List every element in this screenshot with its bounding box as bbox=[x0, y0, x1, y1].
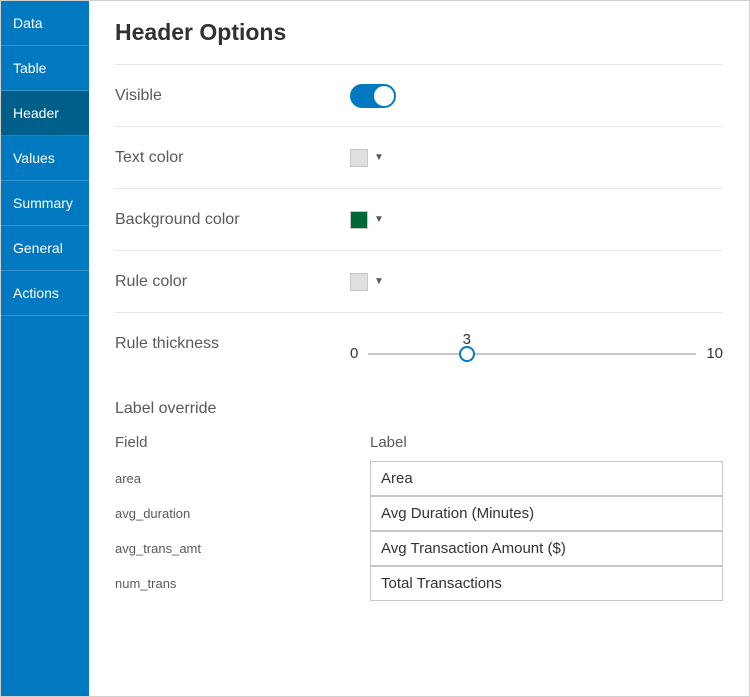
override-row: avg_trans_amt bbox=[115, 531, 723, 566]
swatch-rule-color bbox=[350, 273, 368, 291]
sidebar-item-label: Summary bbox=[13, 195, 73, 211]
sidebar-item-data[interactable]: Data bbox=[1, 1, 89, 46]
sidebar-item-actions[interactable]: Actions bbox=[1, 271, 89, 316]
override-row: avg_duration bbox=[115, 496, 723, 531]
override-label-input[interactable] bbox=[370, 566, 723, 601]
color-picker-background[interactable]: ▼ bbox=[350, 211, 384, 229]
color-picker-text[interactable]: ▼ bbox=[350, 149, 384, 167]
chevron-down-icon: ▼ bbox=[374, 214, 384, 225]
sidebar-item-label: Data bbox=[13, 15, 43, 31]
sidebar-item-label: Header bbox=[13, 105, 59, 121]
main-panel: Header Options Visible Text color ▼ Back… bbox=[89, 1, 749, 696]
label-background-color: Background color bbox=[115, 211, 350, 229]
override-label-input[interactable] bbox=[370, 461, 723, 496]
override-row: num_trans bbox=[115, 566, 723, 601]
sidebar-item-label: Table bbox=[13, 60, 46, 76]
override-row: area bbox=[115, 461, 723, 496]
sidebar: Data Table Header Values Summary General… bbox=[1, 1, 89, 696]
sidebar-item-header[interactable]: Header bbox=[1, 91, 89, 136]
row-background-color: Background color ▼ bbox=[115, 188, 723, 250]
override-label-input[interactable] bbox=[370, 496, 723, 531]
sidebar-item-label: Values bbox=[13, 150, 55, 166]
override-header-field: Field bbox=[115, 434, 370, 451]
page-title: Header Options bbox=[115, 19, 723, 46]
chevron-down-icon: ▼ bbox=[374, 152, 384, 163]
toggle-knob bbox=[374, 86, 394, 106]
color-picker-rule[interactable]: ▼ bbox=[350, 273, 384, 291]
label-rule-color: Rule color bbox=[115, 273, 350, 291]
sidebar-item-summary[interactable]: Summary bbox=[1, 181, 89, 226]
sidebar-item-values[interactable]: Values bbox=[1, 136, 89, 181]
override-field-name: avg_trans_amt bbox=[115, 531, 370, 566]
label-text-color: Text color bbox=[115, 149, 350, 167]
sidebar-item-label: Actions bbox=[13, 285, 59, 301]
sidebar-item-table[interactable]: Table bbox=[1, 46, 89, 91]
row-visible: Visible bbox=[115, 64, 723, 126]
row-rule-thickness: Rule thickness 0 3 10 bbox=[115, 312, 723, 374]
chevron-down-icon: ▼ bbox=[374, 276, 384, 287]
slider-thumb[interactable] bbox=[459, 346, 475, 362]
app-frame: Data Table Header Values Summary General… bbox=[0, 0, 750, 697]
label-rule-thickness: Rule thickness bbox=[115, 335, 350, 353]
override-header-label: Label bbox=[370, 434, 407, 451]
swatch-text-color bbox=[350, 149, 368, 167]
label-override-title: Label override bbox=[115, 374, 723, 434]
override-field-name: area bbox=[115, 461, 370, 496]
slider-rule-thickness[interactable]: 0 3 10 bbox=[350, 325, 723, 362]
override-field-name: num_trans bbox=[115, 566, 370, 601]
sidebar-item-label: General bbox=[13, 240, 63, 256]
slider-max: 10 bbox=[706, 345, 723, 362]
override-field-name: avg_duration bbox=[115, 496, 370, 531]
override-header-row: Field Label bbox=[115, 434, 723, 451]
swatch-background-color bbox=[350, 211, 368, 229]
slider-min: 0 bbox=[350, 345, 358, 362]
sidebar-item-general[interactable]: General bbox=[1, 226, 89, 271]
label-visible: Visible bbox=[115, 87, 350, 105]
row-rule-color: Rule color ▼ bbox=[115, 250, 723, 312]
row-text-color: Text color ▼ bbox=[115, 126, 723, 188]
toggle-visible[interactable] bbox=[350, 84, 396, 108]
override-label-input[interactable] bbox=[370, 531, 723, 566]
slider-track[interactable]: 3 bbox=[368, 353, 696, 355]
